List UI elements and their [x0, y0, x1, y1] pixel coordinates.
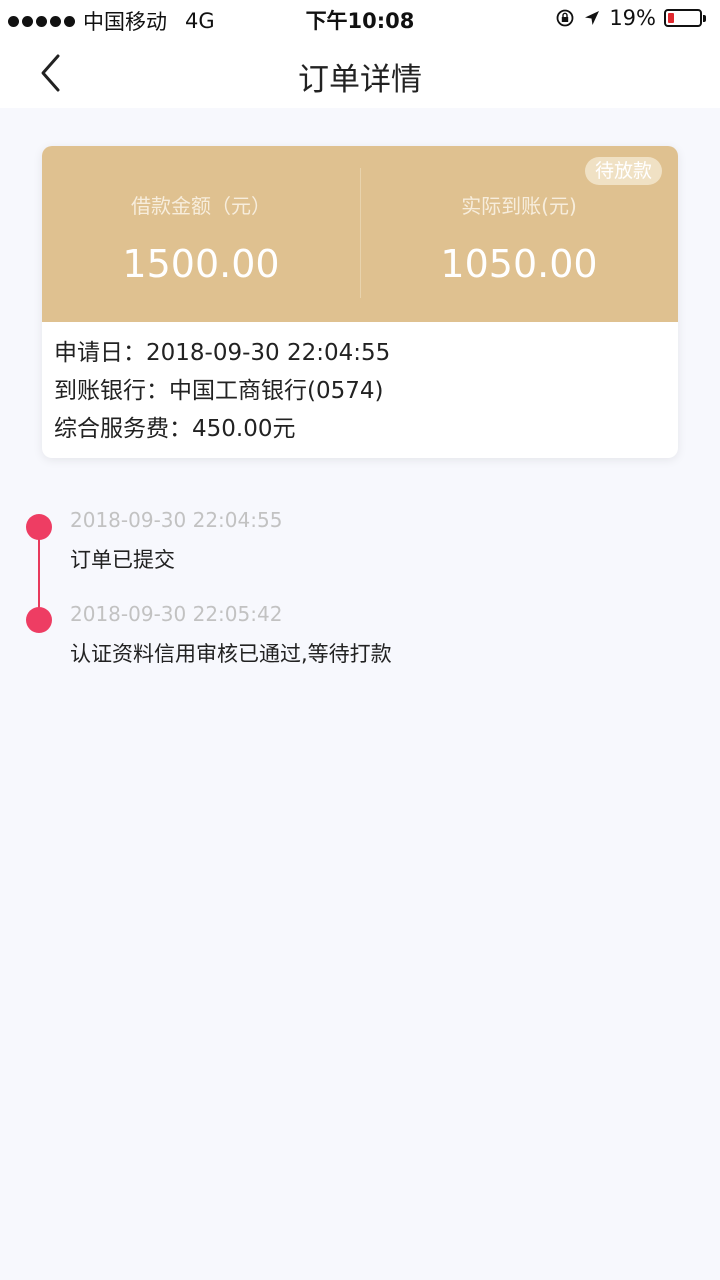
- order-detail-screen: 中国移动 4G 下午10:08 19% 订单详情 待放款 借款金额（元） 150…: [0, 0, 720, 1280]
- status-right: 19%: [555, 6, 706, 30]
- timeline-dot: [26, 607, 52, 633]
- received-amount-block: 实际到账(元) 1050.00: [360, 146, 678, 322]
- status-bar: 中国移动 4G 下午10:08 19%: [0, 0, 720, 38]
- battery-icon: [664, 9, 706, 27]
- received-amount-label: 实际到账(元): [461, 194, 577, 218]
- battery-percent: 19%: [609, 6, 656, 30]
- timeline-text: 订单已提交: [70, 548, 175, 572]
- card-header: 待放款 借款金额（元） 1500.00 实际到账(元) 1050.00: [42, 146, 678, 322]
- loan-amount-label: 借款金额（元）: [131, 194, 271, 218]
- timeline-dot: [26, 514, 52, 540]
- service-fee: 综合服务费：450.00元: [54, 416, 296, 442]
- card-info: 申请日：2018-09-30 22:04:55 到账银行：中国工商银行(0574…: [54, 334, 390, 448]
- nav-bar: 订单详情: [0, 38, 720, 108]
- loan-amount-block: 借款金额（元） 1500.00: [42, 146, 360, 322]
- loan-summary-card: 待放款 借款金额（元） 1500.00 实际到账(元) 1050.00 申请日：…: [42, 146, 678, 458]
- page-title: 订单详情: [298, 62, 422, 98]
- orientation-lock-icon: [556, 9, 574, 27]
- timeline-time: 2018-09-30 22:04:55: [70, 508, 283, 532]
- apply-date: 申请日：2018-09-30 22:04:55: [54, 340, 391, 366]
- timeline-time: 2018-09-30 22:05:42: [70, 602, 283, 626]
- location-arrow-icon: [585, 11, 600, 25]
- received-amount-value: 1050.00: [440, 242, 598, 286]
- receiving-bank: 到账银行：中国工商银行(0574): [54, 378, 384, 404]
- loan-amount-value: 1500.00: [122, 242, 280, 286]
- timeline-text: 认证资料信用审核已通过,等待打款: [70, 642, 392, 666]
